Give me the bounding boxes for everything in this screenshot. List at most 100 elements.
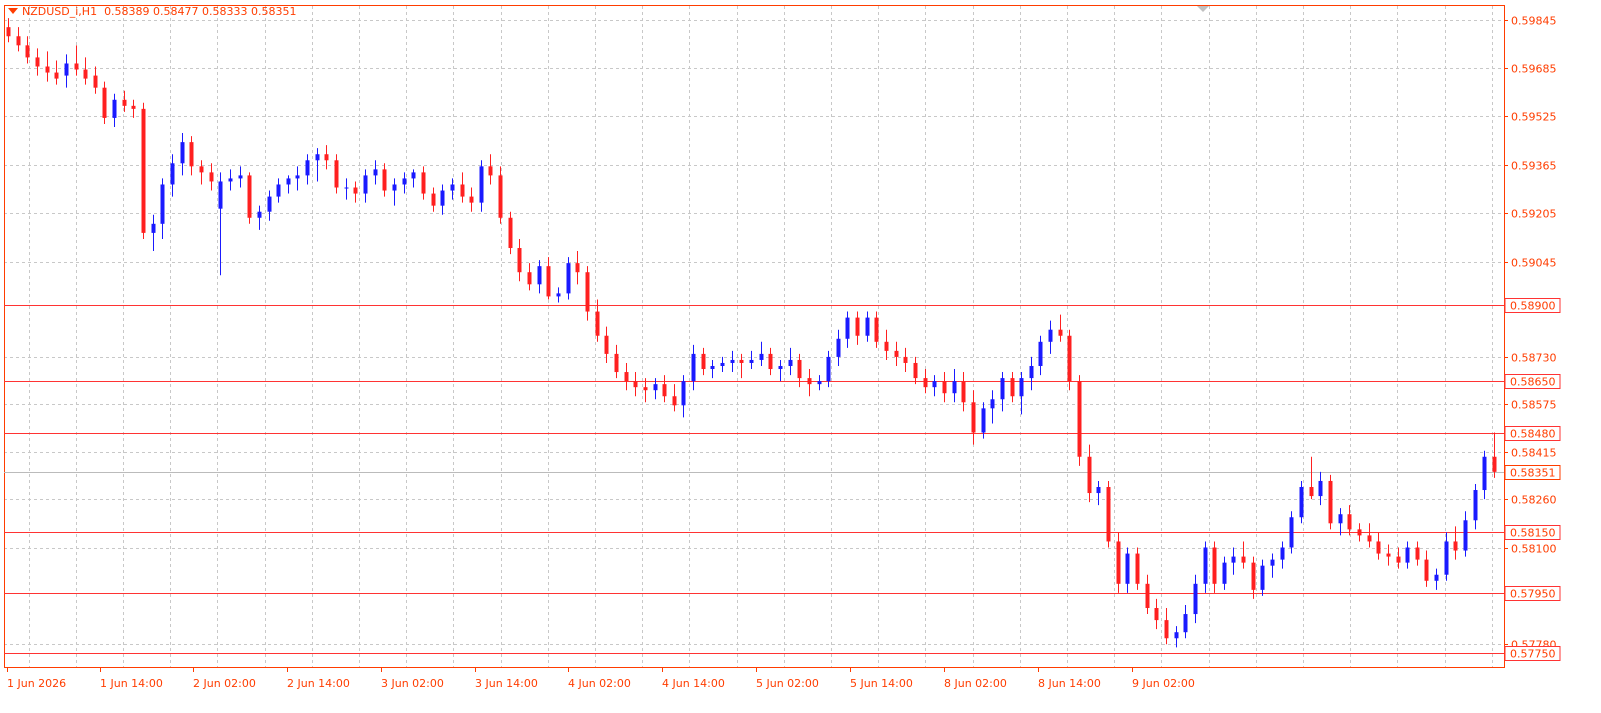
candle-body[interactable]	[1174, 632, 1179, 639]
candle-body[interactable]	[1492, 456, 1497, 472]
candle-body[interactable]	[411, 172, 416, 179]
candle-body[interactable]	[1145, 583, 1150, 609]
candle-body[interactable]	[1096, 487, 1101, 494]
candle-body[interactable]	[595, 311, 600, 336]
candle-body[interactable]	[1106, 487, 1111, 542]
candle-body[interactable]	[1434, 574, 1439, 581]
candle-body[interactable]	[1299, 487, 1304, 518]
candle-body[interactable]	[517, 248, 522, 273]
candle-body[interactable]	[315, 154, 320, 161]
candle-body[interactable]	[672, 396, 677, 406]
candle-body[interactable]	[1357, 529, 1362, 536]
candle-body[interactable]	[1212, 547, 1217, 584]
candle-body[interactable]	[1260, 565, 1265, 590]
candle-body[interactable]	[1396, 556, 1401, 563]
candle-body[interactable]	[1424, 559, 1429, 581]
candle-body[interactable]	[942, 381, 947, 394]
candle-body[interactable]	[1280, 547, 1285, 560]
candle-body[interactable]	[913, 362, 918, 379]
candle-body[interactable]	[74, 63, 79, 70]
candle-body[interactable]	[199, 166, 204, 173]
candle-body[interactable]	[479, 166, 484, 203]
candle-body[interactable]	[971, 402, 976, 433]
candle-body[interactable]	[932, 381, 937, 388]
candle-body[interactable]	[903, 356, 908, 363]
candle-body[interactable]	[247, 175, 252, 218]
candle-body[interactable]	[1164, 620, 1169, 639]
candle-body[interactable]	[1473, 490, 1478, 521]
candle-body[interactable]	[1000, 378, 1005, 400]
candle-body[interactable]	[759, 353, 764, 360]
candle-body[interactable]	[1193, 583, 1198, 615]
candle-body[interactable]	[1367, 535, 1372, 542]
candle-body[interactable]	[1010, 378, 1015, 397]
candle-body[interactable]	[209, 172, 214, 182]
candle-body[interactable]	[218, 181, 223, 209]
candle-body[interactable]	[749, 359, 754, 363]
candle-body[interactable]	[1019, 378, 1024, 397]
candle-body[interactable]	[295, 175, 300, 179]
candle-body[interactable]	[585, 272, 590, 312]
candle-body[interactable]	[1453, 541, 1458, 551]
candle-body[interactable]	[1270, 559, 1275, 566]
chart-window[interactable]: 0.59845 0.59685 0.59525 0.59365 0.59205 0.590…	[0, 0, 1601, 713]
candle-body[interactable]	[83, 69, 88, 79]
candle-body[interactable]	[1444, 541, 1449, 575]
candle-body[interactable]	[469, 196, 474, 203]
candle-body[interactable]	[1386, 553, 1391, 557]
candle-body[interactable]	[691, 353, 696, 382]
candle-body[interactable]	[624, 372, 629, 382]
candle-body[interactable]	[807, 378, 812, 385]
candle-body[interactable]	[64, 63, 69, 76]
candle-body[interactable]	[305, 160, 310, 176]
candle-body[interactable]	[131, 105, 136, 109]
candle-body[interactable]	[508, 217, 513, 249]
candle-body[interactable]	[990, 399, 995, 409]
candle-body[interactable]	[1029, 365, 1034, 379]
candle-body[interactable]	[6, 27, 11, 37]
candle-body[interactable]	[575, 263, 580, 273]
candle-body[interactable]	[35, 57, 40, 67]
candle-body[interactable]	[431, 193, 436, 206]
candle-body[interactable]	[681, 381, 686, 406]
candle-body[interactable]	[546, 266, 551, 297]
candle-body[interactable]	[643, 387, 648, 391]
candle-body[interactable]	[286, 178, 291, 185]
candle-body[interactable]	[1405, 547, 1410, 563]
price-chart[interactable]: 0.59845 0.59685 0.59525 0.59365 0.59205 0.590…	[0, 0, 1601, 713]
candle-body[interactable]	[768, 353, 773, 370]
candle-body[interactable]	[894, 350, 899, 357]
candle-body[interactable]	[614, 353, 619, 373]
candle-body[interactable]	[1231, 556, 1236, 563]
candle-body[interactable]	[54, 72, 59, 79]
candle-body[interactable]	[392, 184, 397, 191]
candle-body[interactable]	[1347, 514, 1352, 530]
candle-body[interactable]	[353, 187, 358, 194]
candle-body[interactable]	[16, 36, 21, 46]
candle-body[interactable]	[276, 184, 281, 197]
candle-body[interactable]	[527, 272, 532, 285]
candle-body[interactable]	[440, 190, 445, 206]
candle-body[interactable]	[421, 172, 426, 194]
candle-body[interactable]	[720, 362, 725, 366]
collapse-triangle-icon[interactable]	[8, 8, 18, 14]
candle-body[interactable]	[1038, 341, 1043, 366]
candle-body[interactable]	[1482, 456, 1487, 491]
candle-body[interactable]	[1338, 514, 1343, 524]
candle-body[interactable]	[952, 381, 957, 394]
candle-body[interactable]	[160, 184, 165, 224]
candle-body[interactable]	[826, 356, 831, 382]
candle-body[interactable]	[460, 184, 465, 197]
candle-body[interactable]	[1087, 456, 1092, 494]
candle-body[interactable]	[45, 66, 50, 73]
candle-body[interactable]	[1328, 480, 1333, 524]
candle-body[interactable]	[373, 169, 378, 176]
candle-body[interactable]	[961, 381, 966, 403]
candle-body[interactable]	[1251, 562, 1256, 590]
candle-body[interactable]	[93, 75, 98, 88]
candle-body[interactable]	[884, 341, 889, 351]
candle-body[interactable]	[817, 381, 822, 385]
candle-body[interactable]	[1203, 547, 1208, 584]
candle-body[interactable]	[1318, 480, 1323, 497]
candle-body[interactable]	[604, 335, 609, 354]
